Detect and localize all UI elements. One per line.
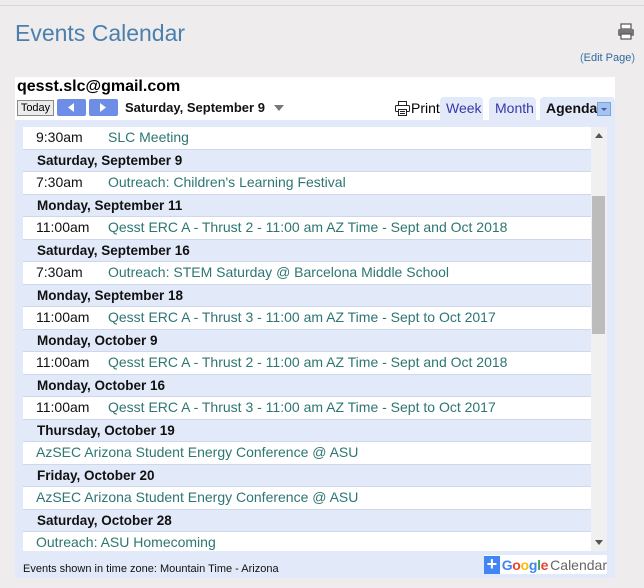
agenda-day-header: Friday, October 20 [23, 464, 591, 487]
google-logo-letter: e [540, 556, 549, 573]
event-title-link[interactable]: AzSEC Arizona Student Energy Conference … [36, 442, 358, 463]
chevron-left-icon [68, 103, 74, 112]
agenda-day-header: Saturday, October 28 [23, 509, 591, 532]
google-logo-letter: g [528, 556, 538, 573]
google-logo: Google [501, 556, 549, 573]
agenda-day-header: Monday, October 16 [23, 374, 591, 397]
tab-week[interactable]: Week [440, 97, 483, 120]
event-time: 11:00am [36, 354, 90, 370]
tab-month[interactable]: Month [489, 97, 536, 120]
edit-page-close-paren: ) [631, 52, 635, 64]
agenda-event-row[interactable]: AzSEC Arizona Student Energy Conference … [23, 442, 591, 465]
event-title-link[interactable]: SLC Meeting [108, 127, 189, 148]
agenda-event-row[interactable]: AzSEC Arizona Student Energy Conference … [23, 487, 591, 510]
printer-icon [395, 100, 410, 116]
current-date-label[interactable]: Saturday, September 9 [125, 100, 265, 115]
agenda-event-row[interactable]: 9:30am SLC Meeting [23, 127, 591, 150]
agenda-event-row[interactable]: 11:00am Qesst ERC A - Thrust 2 - 11:00 am… [23, 352, 591, 375]
agenda-day-header: Saturday, September 9 [23, 149, 591, 172]
timezone-note: Events shown in time zone: Mountain Time… [23, 563, 279, 575]
event-time: 11:00am [36, 399, 90, 415]
agenda-day-header: Monday, September 18 [23, 284, 591, 307]
agenda-day-header: Saturday, September 16 [23, 239, 591, 262]
event-time: 9:30am [36, 129, 83, 145]
add-to-google-calendar-button[interactable]: + Google Calendar [484, 555, 607, 574]
calendar-header: qesst.slc@gmail.com Today Saturday, Sept… [15, 77, 615, 120]
event-title-link[interactable]: Qesst ERC A - Thrust 3 - 11:00 am AZ Tim… [108, 397, 496, 418]
chevron-right-icon [100, 103, 106, 112]
event-title-link[interactable]: AzSEC Arizona Student Energy Conference … [36, 487, 358, 508]
event-time: 11:00am [36, 309, 90, 325]
agenda-scrollbar[interactable] [591, 127, 607, 551]
scroll-down-arrow-icon[interactable] [595, 540, 603, 545]
calendar-widget: qesst.slc@gmail.com Today Saturday, Sept… [15, 77, 615, 578]
agenda-dropdown-icon[interactable] [597, 102, 611, 116]
event-title-link[interactable]: Outreach: STEM Saturday @ Barcelona Midd… [108, 262, 449, 283]
agenda-day-header: Monday, September 11 [23, 194, 591, 217]
event-time: 11:00am [36, 219, 90, 235]
edit-page-link[interactable]: Edit Page [584, 52, 632, 64]
calendar-title: qesst.slc@gmail.com [17, 78, 181, 95]
edit-page-container: (Edit Page) [580, 52, 635, 64]
google-logo-letter: o [512, 556, 521, 573]
today-button[interactable]: Today [17, 100, 54, 116]
agenda-day-header: Thursday, October 19 [23, 419, 591, 442]
date-picker-caret-icon[interactable] [274, 105, 284, 111]
calendar-word: Calendar [550, 556, 607, 573]
event-time: 7:30am [36, 174, 83, 190]
agenda-day-header: Monday, October 9 [23, 329, 591, 352]
agenda-event-row[interactable]: 11:00am Qesst ERC A - Thrust 3 - 11:00 am… [23, 307, 591, 330]
google-logo-letter: o [520, 556, 530, 573]
agenda-event-row[interactable]: 7:30am Outreach: STEM Saturday @ Barcelon… [23, 262, 591, 285]
event-title-link[interactable]: Qesst ERC A - Thrust 3 - 11:00 am AZ Tim… [108, 307, 496, 328]
scroll-up-arrow-icon[interactable] [595, 133, 603, 138]
top-divider [0, 5, 644, 6]
plus-icon: + [484, 555, 500, 574]
scroll-thumb[interactable] [592, 196, 605, 334]
event-time: 7:30am [36, 264, 83, 280]
agenda-list: 9:30am SLC Meeting Saturday, September 9 7:… [23, 127, 591, 551]
event-title-link[interactable]: Qesst ERC A - Thrust 2 - 11:00 am AZ Tim… [108, 217, 507, 238]
event-title-link[interactable]: Qesst ERC A - Thrust 2 - 11:00 am AZ Tim… [108, 352, 507, 373]
page-title: Events Calendar [15, 20, 186, 46]
print-button[interactable]: Print [395, 99, 440, 117]
agenda-event-row[interactable]: 11:00am Qesst ERC A - Thrust 3 - 11:00 am… [23, 397, 591, 420]
event-title-link[interactable]: Outreach: ASU Homecoming [36, 532, 216, 551]
google-logo-letter: G [501, 556, 513, 573]
event-title-link[interactable]: Outreach: Children's Learning Festival [108, 172, 346, 193]
print-label: Print [411, 100, 440, 116]
agenda-event-row[interactable]: 7:30am Outreach: Children's Learning Fest… [23, 172, 591, 195]
previous-button[interactable] [57, 99, 86, 116]
agenda-event-row[interactable]: 11:00am Qesst ERC A - Thrust 2 - 11:00 am… [23, 217, 591, 240]
print-page-icon[interactable] [617, 23, 635, 40]
agenda-event-row[interactable]: Outreach: ASU Homecoming [23, 532, 591, 551]
next-button[interactable] [89, 99, 118, 116]
